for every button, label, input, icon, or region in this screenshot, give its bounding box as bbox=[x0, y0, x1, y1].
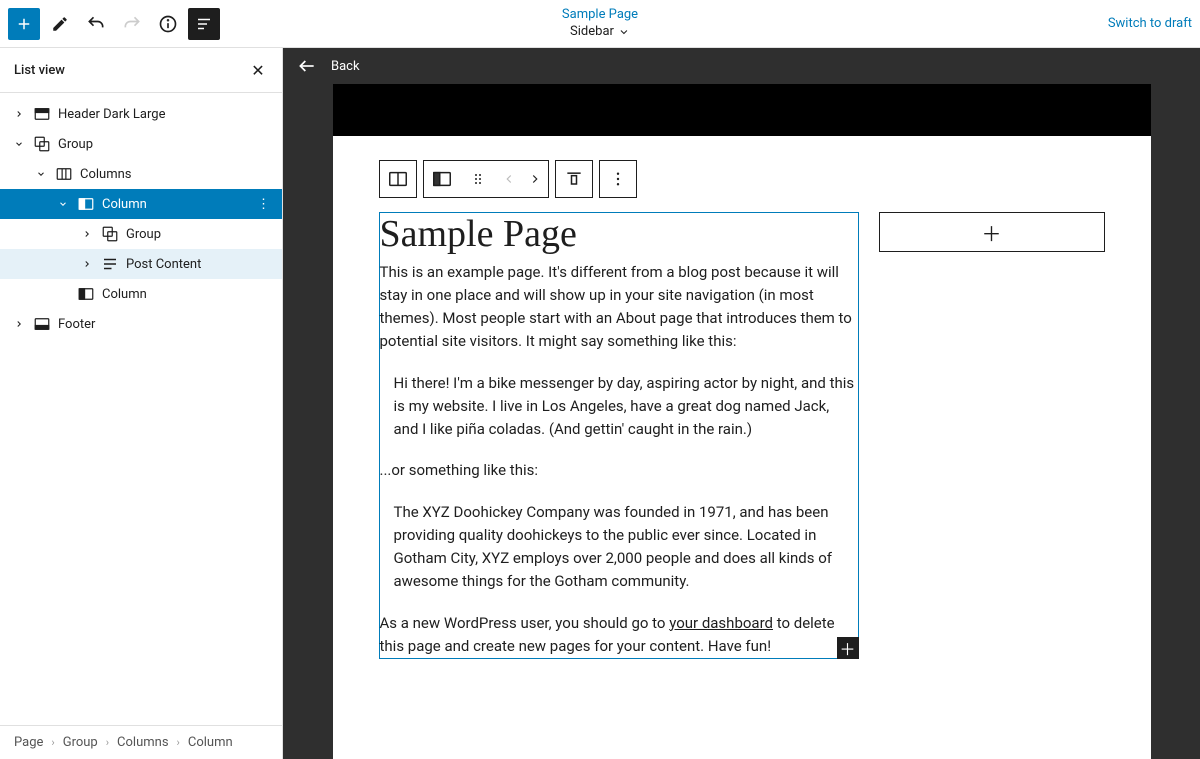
row-options-button[interactable]: ⋮ bbox=[254, 197, 274, 212]
paragraph-block[interactable]: This is an example page. It's different … bbox=[380, 261, 858, 354]
tree-row-group[interactable]: Group bbox=[0, 219, 282, 249]
tree-row-label: Column bbox=[102, 287, 274, 302]
tree-row-label: Column bbox=[102, 197, 248, 212]
block-tree: Header Dark Large Group Columns Column ⋮ Grou… bbox=[0, 93, 282, 725]
document-selector[interactable]: Sample Page Sidebar bbox=[562, 7, 638, 41]
list-view-header: List view ✕ bbox=[0, 48, 282, 93]
edit-tool-button[interactable] bbox=[44, 8, 76, 40]
breadcrumb-item[interactable]: Group bbox=[63, 735, 98, 750]
list-view-panel: List view ✕ Header Dark Large Group Column… bbox=[0, 48, 283, 759]
quote-block[interactable]: Hi there! I'm a bike messenger by day, a… bbox=[394, 372, 858, 442]
breadcrumb-separator: › bbox=[106, 736, 109, 749]
post-title[interactable]: Sample Page bbox=[380, 213, 858, 257]
postcontent-icon bbox=[100, 254, 120, 274]
chevron-down-icon[interactable] bbox=[56, 199, 70, 209]
breadcrumb-item[interactable]: Page bbox=[14, 735, 43, 750]
tree-row-column[interactable]: Column ⋮ bbox=[0, 189, 282, 219]
topbar-tools bbox=[8, 8, 220, 40]
tree-row-label: Group bbox=[126, 227, 274, 242]
template-label: Sidebar bbox=[570, 24, 614, 41]
list-view-title: List view bbox=[14, 63, 65, 78]
back-label[interactable]: Back bbox=[331, 59, 360, 74]
block-toolbar bbox=[379, 160, 1105, 198]
breadcrumb-item[interactable]: Column bbox=[188, 735, 233, 750]
block-appender-button[interactable]: ＋ bbox=[837, 637, 859, 659]
block-breadcrumb: Page › Group › Columns › Column bbox=[0, 725, 282, 759]
list-view-toggle[interactable] bbox=[188, 8, 220, 40]
column-block-empty[interactable]: ＋ bbox=[879, 212, 1105, 252]
move-right-button[interactable] bbox=[522, 161, 548, 197]
drag-handle[interactable] bbox=[460, 161, 496, 197]
chevron-down-icon[interactable] bbox=[34, 169, 48, 179]
tree-row-label: Footer bbox=[58, 317, 274, 332]
tree-row-postcontent[interactable]: Post Content bbox=[0, 249, 282, 279]
tree-row-label: Post Content bbox=[126, 257, 274, 272]
breadcrumb-item[interactable]: Columns bbox=[117, 735, 169, 750]
breadcrumb-separator: › bbox=[51, 736, 54, 749]
column-block-selected[interactable]: Sample Page This is an example page. It'… bbox=[379, 212, 859, 659]
tree-row-column[interactable]: Column bbox=[0, 279, 282, 309]
chevron-right-icon[interactable] bbox=[12, 109, 26, 119]
details-button[interactable] bbox=[152, 8, 184, 40]
page-link[interactable]: Sample Page bbox=[562, 7, 638, 24]
move-left-button[interactable] bbox=[496, 161, 522, 197]
canvas-topbar: Back bbox=[283, 48, 1200, 84]
main-area: List view ✕ Header Dark Large Group Column… bbox=[0, 48, 1200, 759]
columns-block[interactable]: Sample Page This is an example page. It'… bbox=[379, 212, 1105, 659]
editor-topbar: Sample Page Sidebar Switch to draft bbox=[0, 0, 1200, 48]
tree-row-columns[interactable]: Columns bbox=[0, 159, 282, 189]
column-icon bbox=[76, 284, 96, 304]
editor-canvas-wrap: Back bbox=[283, 48, 1200, 759]
canvas-scroll[interactable]: Sample Page This is an example page. It'… bbox=[283, 84, 1200, 759]
header-block[interactable] bbox=[333, 84, 1151, 136]
quote-block[interactable]: The XYZ Doohickey Company was founded in… bbox=[394, 501, 858, 594]
undo-button[interactable] bbox=[80, 8, 112, 40]
page-frame: Sample Page This is an example page. It'… bbox=[333, 84, 1151, 759]
paragraph-block[interactable]: As a new WordPress user, you should go t… bbox=[380, 612, 858, 659]
vertical-align-button[interactable] bbox=[556, 161, 592, 197]
tree-row-header[interactable]: Header Dark Large bbox=[0, 99, 282, 129]
block-options-button[interactable] bbox=[600, 161, 636, 197]
header-icon bbox=[32, 104, 52, 124]
breadcrumb-separator: › bbox=[177, 736, 180, 749]
block-inserter-button[interactable] bbox=[8, 8, 40, 40]
chevron-down-icon bbox=[618, 26, 630, 38]
column-icon bbox=[76, 194, 96, 214]
tree-row-label: Group bbox=[58, 137, 274, 152]
tree-row-label: Header Dark Large bbox=[58, 107, 274, 122]
empty-column-appender[interactable]: ＋ bbox=[879, 212, 1105, 252]
back-button[interactable] bbox=[297, 56, 317, 76]
group-icon bbox=[100, 224, 120, 244]
block-icon-columns[interactable] bbox=[380, 161, 416, 197]
footer-icon bbox=[32, 314, 52, 334]
close-list-view-button[interactable]: ✕ bbox=[248, 60, 268, 80]
tree-row-footer[interactable]: Footer bbox=[0, 309, 282, 339]
group-icon bbox=[32, 134, 52, 154]
chevron-right-icon[interactable] bbox=[80, 229, 94, 239]
block-icon-column[interactable] bbox=[424, 161, 460, 197]
dashboard-link[interactable]: your dashboard bbox=[669, 614, 773, 632]
switch-to-draft-button[interactable]: Switch to draft bbox=[1108, 16, 1192, 31]
paragraph-block[interactable]: ...or something like this: bbox=[380, 459, 858, 482]
columns-icon bbox=[54, 164, 74, 184]
chevron-right-icon[interactable] bbox=[12, 319, 26, 329]
chevron-down-icon[interactable] bbox=[12, 139, 26, 149]
chevron-right-icon[interactable] bbox=[80, 259, 94, 269]
redo-button[interactable] bbox=[116, 8, 148, 40]
tree-row-label: Columns bbox=[80, 167, 274, 182]
tree-row-group[interactable]: Group bbox=[0, 129, 282, 159]
